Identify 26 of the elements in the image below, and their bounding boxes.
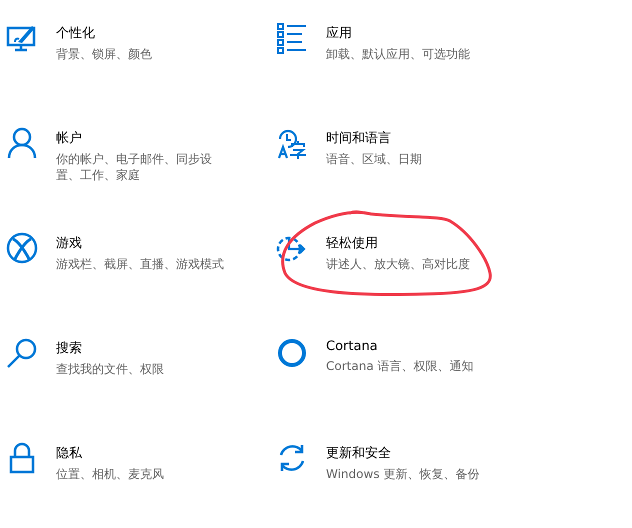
setting-description: 查找我的文件、权限 [56,361,164,377]
setting-title[interactable]: 轻松使用 [326,234,470,252]
setting-title[interactable]: 更新和安全 [326,444,480,462]
setting-title[interactable]: 帐户 [56,129,228,147]
setting-description: 你的帐户、电子邮件、同步设置、工作、家庭 [56,151,213,183]
setting-title[interactable]: 隐私 [56,444,164,462]
setting-description: 位置、相机、麦克风 [56,466,164,482]
setting-description: 游戏栏、截屏、直播、游戏模式 [56,256,224,272]
person-icon [6,127,38,159]
search-icon [6,337,38,369]
setting-description: Windows 更新、恢复、备份 [326,466,480,482]
ring-icon [276,337,308,369]
setting-title[interactable]: 时间和语言 [326,129,422,147]
setting-title[interactable]: 搜索 [56,339,164,357]
setting-description: 语音、区域、日期 [326,151,422,167]
setting-description: Cortana 语言、权限、通知 [326,358,474,374]
setting-description: 讲述人、放大镜、高对比度 [326,256,470,272]
list-icon [276,22,308,54]
setting-title[interactable]: Cortana [326,339,474,354]
clock-language-icon [276,127,308,159]
setting-description: 卸载、默认应用、可选功能 [326,46,470,62]
setting-title[interactable]: 游戏 [56,234,224,252]
setting-description: 背景、锁屏、颜色 [56,46,152,62]
setting-title[interactable]: 应用 [326,24,470,42]
setting-title[interactable]: 个性化 [56,24,152,42]
xbox-icon [6,232,38,264]
